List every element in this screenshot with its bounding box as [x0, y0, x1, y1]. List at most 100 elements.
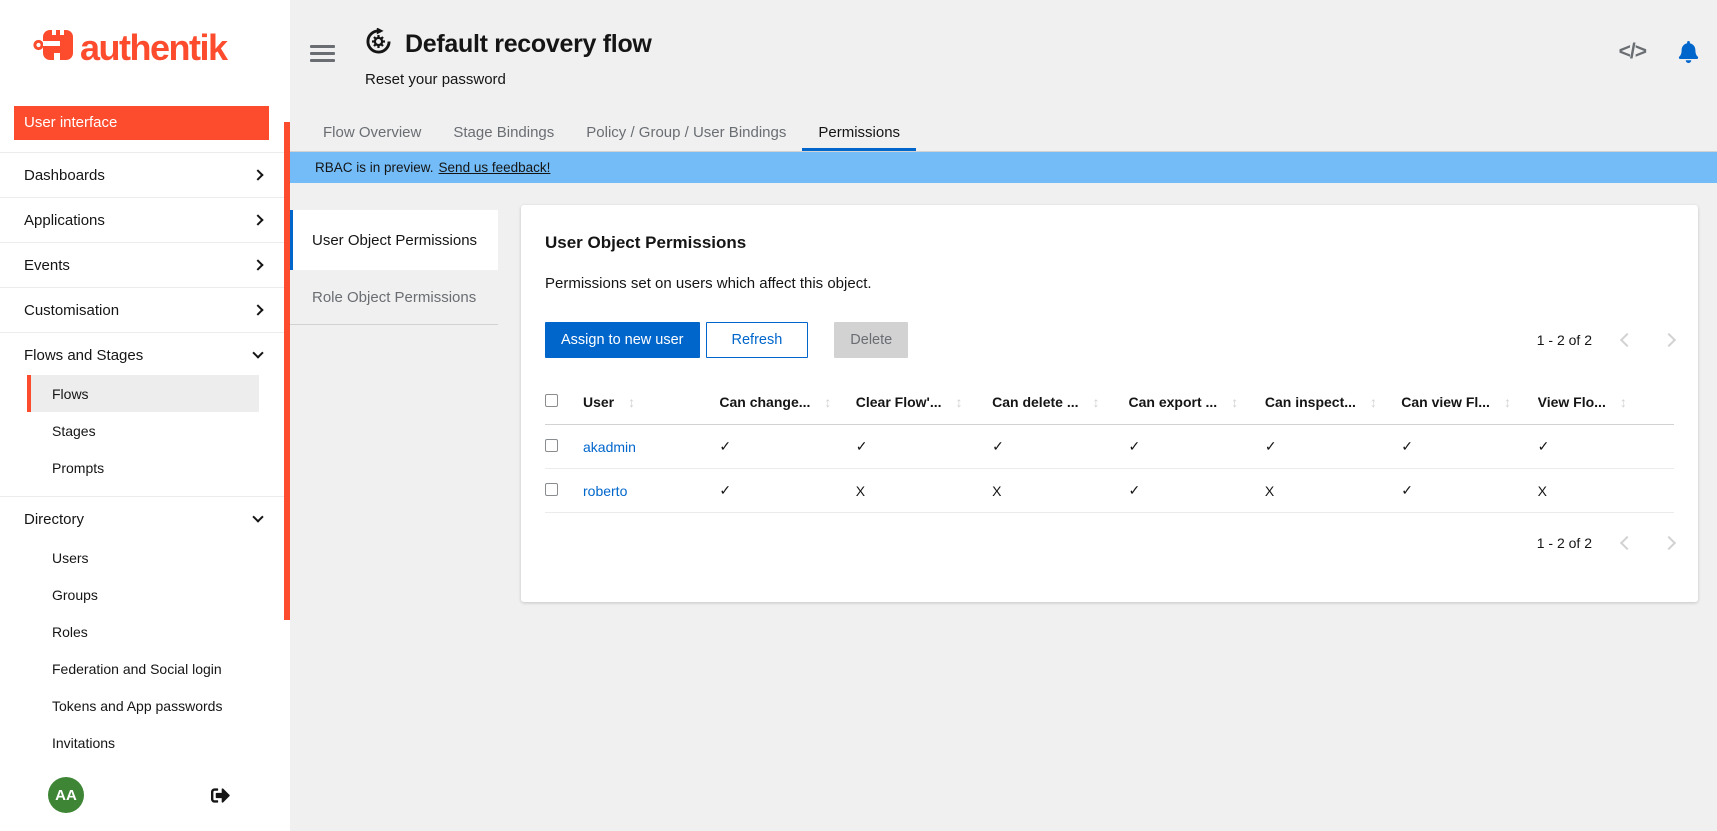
user-link[interactable]: akadmin — [583, 439, 636, 455]
sidebar-item-directory[interactable]: Directory — [0, 499, 290, 539]
permission-value: ✓ — [1265, 425, 1401, 469]
permission-value: ✓ — [1401, 425, 1537, 469]
sort-icon[interactable]: ↕ — [1504, 394, 1511, 410]
sidebar-item-roles[interactable]: Roles — [27, 613, 259, 650]
avatar[interactable]: AA — [48, 777, 84, 813]
sort-icon[interactable]: ↕ — [1620, 394, 1627, 410]
sidebar-item-label: Flows and Stages — [24, 347, 143, 364]
content-area: User Object Permissions Role Object Perm… — [290, 183, 1717, 831]
column-label: Can delete ... — [992, 394, 1078, 410]
chevron-down-icon — [252, 347, 263, 358]
column-header-can-change[interactable]: Can change... ↕ — [719, 388, 855, 425]
sidebar-item-invitations[interactable]: Invitations — [27, 724, 259, 761]
sidebar-subitem-label: Groups — [52, 587, 98, 603]
sort-icon[interactable]: ↕ — [1231, 394, 1238, 410]
sort-icon[interactable]: ↕ — [956, 394, 963, 410]
sidebar-item-groups[interactable]: Groups — [27, 576, 259, 613]
sidebar-subitem-label: Federation and Social login — [52, 661, 222, 677]
side-tab-label: User Object Permissions — [312, 232, 477, 249]
tab-label: Policy / Group / User Bindings — [586, 124, 786, 141]
sort-icon[interactable]: ↕ — [1092, 394, 1099, 410]
row-checkbox[interactable] — [545, 439, 558, 452]
permission-value: ✓ — [856, 425, 992, 469]
table-row: akadmin ✓ ✓ ✓ ✓ ✓ ✓ ✓ — [545, 425, 1674, 469]
tab-flow-overview[interactable]: Flow Overview — [307, 117, 437, 151]
sidebar-item-flows[interactable]: Flows — [27, 375, 259, 412]
column-header-can-export[interactable]: Can export ...↕ — [1129, 388, 1265, 425]
table-header-row: User ↕ Can change... ↕ Clear Flow'...↕ Can… — [545, 388, 1674, 425]
previous-page-icon[interactable] — [1620, 536, 1634, 550]
chevron-down-icon — [252, 511, 263, 522]
column-header-user[interactable]: User ↕ — [583, 388, 719, 425]
row-checkbox[interactable] — [545, 483, 558, 496]
sort-icon[interactable]: ↕ — [628, 394, 635, 410]
column-header-can-inspect[interactable]: Can inspect...↕ — [1265, 388, 1401, 425]
page-title: Default recovery flow — [405, 30, 652, 59]
column-label: User — [583, 394, 614, 410]
previous-page-icon[interactable] — [1620, 333, 1634, 347]
sidebar: authentik User interface Dashboards Appl… — [0, 0, 290, 831]
tab-user-object-permissions[interactable]: User Object Permissions — [290, 210, 498, 270]
chevron-right-icon — [252, 214, 263, 225]
sidebar-item-label: Dashboards — [24, 167, 105, 184]
sidebar-item-users[interactable]: Users — [27, 539, 259, 576]
table-row: roberto ✓ X X ✓ X ✓ X — [545, 469, 1674, 513]
sidebar-subitem-label: Tokens and App passwords — [52, 698, 222, 714]
pagination-top: 1 - 2 of 2 — [1537, 332, 1674, 348]
refresh-button[interactable]: Refresh — [706, 322, 809, 358]
select-all-checkbox[interactable] — [545, 394, 558, 407]
sidebar-subitem-label: Roles — [52, 624, 88, 640]
permission-value: ✓ — [1538, 425, 1674, 469]
permission-value: X — [1538, 469, 1674, 513]
pagination-bottom: 1 - 2 of 2 — [545, 535, 1674, 551]
column-label: View Flo... — [1538, 394, 1606, 410]
column-header-can-view[interactable]: Can view Fl... ↕ — [1401, 388, 1537, 425]
sidebar-item-label: Customisation — [24, 302, 119, 319]
sidebar-subitem-label: Users — [52, 550, 89, 566]
sidebar-item-applications[interactable]: Applications — [0, 200, 290, 240]
permission-value: ✓ — [1129, 425, 1265, 469]
permission-value: X — [856, 469, 992, 513]
sidebar-item-flows-and-stages[interactable]: Flows and Stages — [0, 335, 290, 375]
sidebar-item-stages[interactable]: Stages — [27, 412, 259, 449]
process-automation-icon — [365, 28, 392, 60]
flow-tabs: Flow Overview Stage Bindings Policy / Gr… — [290, 117, 1717, 152]
sidebar-item-prompts[interactable]: Prompts — [27, 449, 259, 486]
column-label: Can view Fl... — [1401, 394, 1490, 410]
sidebar-item-events[interactable]: Events — [0, 245, 290, 285]
chevron-right-icon — [252, 304, 263, 315]
tab-stage-bindings[interactable]: Stage Bindings — [437, 117, 570, 151]
tab-permissions[interactable]: Permissions — [802, 117, 916, 151]
column-header-clear-flow-cache[interactable]: Clear Flow'...↕ — [856, 388, 992, 425]
sidebar-item-customisation[interactable]: Customisation — [0, 290, 290, 330]
assign-to-new-user-button[interactable]: Assign to new user — [545, 322, 700, 358]
side-tab-label: Role Object Permissions — [312, 289, 476, 306]
sign-out-icon[interactable] — [211, 786, 230, 805]
user-object-permissions-card: User Object Permissions Permissions set … — [521, 205, 1698, 602]
sort-icon[interactable]: ↕ — [824, 394, 831, 410]
column-label: Can change... — [719, 394, 810, 410]
delete-button[interactable]: Delete — [834, 322, 908, 358]
user-interface-button[interactable]: User interface — [14, 106, 269, 140]
feedback-link[interactable]: Send us feedback! — [439, 160, 551, 175]
tab-label: Permissions — [818, 124, 900, 141]
next-page-icon[interactable] — [1662, 536, 1676, 550]
user-link[interactable]: roberto — [583, 483, 627, 499]
column-header-can-delete[interactable]: Can delete ... ↕ — [992, 388, 1128, 425]
tab-policy-group-user-bindings[interactable]: Policy / Group / User Bindings — [570, 117, 802, 151]
tab-label: Flow Overview — [323, 124, 421, 141]
next-page-icon[interactable] — [1662, 333, 1676, 347]
notifications-bell-icon[interactable] — [1678, 41, 1699, 63]
column-header-view-flow[interactable]: View Flo... ↕ — [1538, 388, 1674, 425]
permission-value: X — [1265, 469, 1401, 513]
api-code-icon[interactable]: </> — [1619, 40, 1646, 64]
sidebar-item-tokens-and-app-passwords[interactable]: Tokens and App passwords — [27, 687, 259, 724]
menu-toggle-icon[interactable] — [310, 45, 335, 62]
sidebar-item-dashboards[interactable]: Dashboards — [0, 155, 290, 195]
tab-role-object-permissions[interactable]: Role Object Permissions — [290, 270, 498, 325]
permission-value: ✓ — [719, 469, 855, 513]
sidebar-item-label: Applications — [24, 212, 105, 229]
sidebar-item-label: Directory — [24, 511, 84, 528]
sort-icon[interactable]: ↕ — [1370, 394, 1377, 410]
sidebar-item-federation-and-social-login[interactable]: Federation and Social login — [27, 650, 259, 687]
